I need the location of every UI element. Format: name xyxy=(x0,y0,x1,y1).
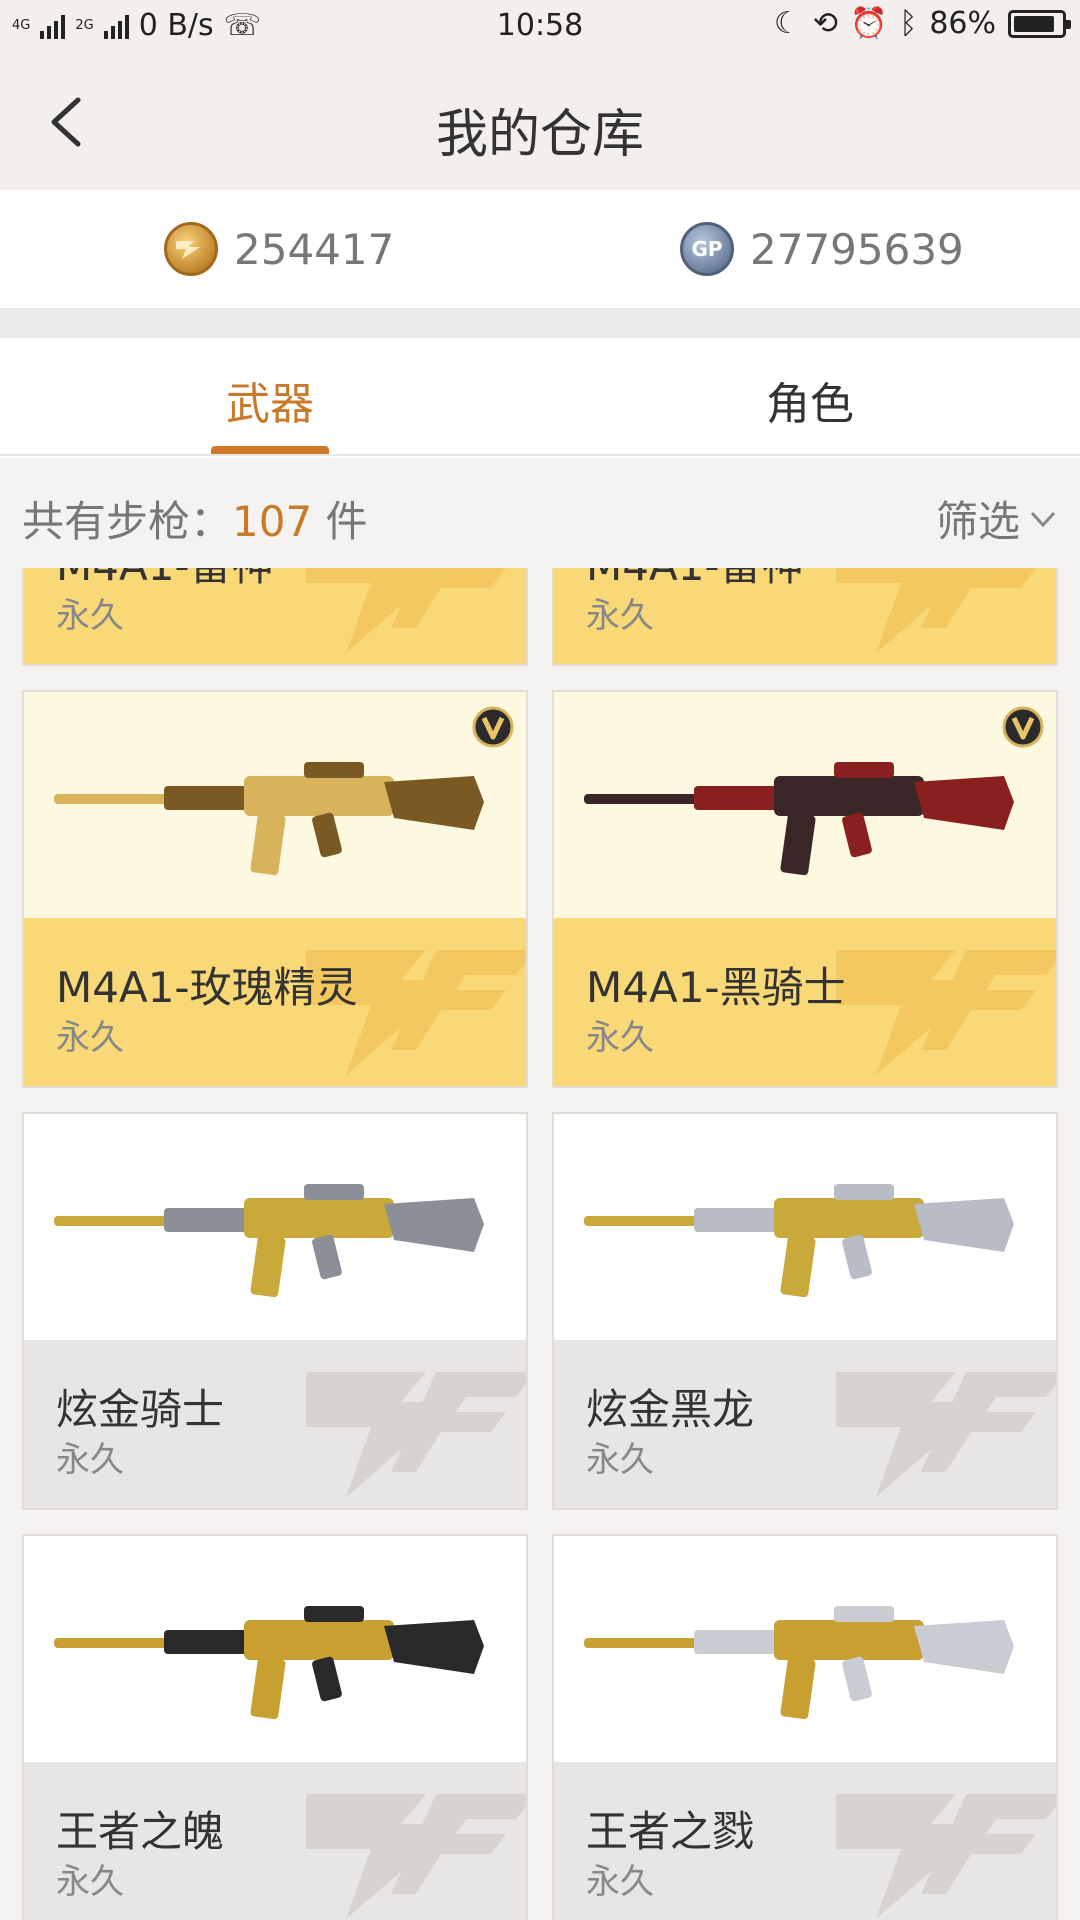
rifle-count-prefix: 共有步枪： xyxy=(22,497,233,546)
bluetooth-icon: ᛒ xyxy=(899,6,918,41)
weapon-name: 王者之魄 xyxy=(56,1807,225,1856)
currency-bar: 254417 GP 27795639 xyxy=(0,190,1080,308)
cf-watermark-icon xyxy=(306,568,506,653)
weapon-info: M4A1-玫瑰精灵永久 xyxy=(24,918,526,1086)
cf-watermark-icon xyxy=(836,568,1036,653)
weapon-duration: 永久 xyxy=(586,1018,654,1058)
cf-points-value: 254417 xyxy=(234,224,395,274)
weapon-info: M4A1-黑骑士永久 xyxy=(554,918,1056,1086)
rifle-count: 共有步枪：107 件 xyxy=(22,488,368,549)
battery-percent: 86% xyxy=(929,6,996,41)
battery-fill xyxy=(1014,15,1054,32)
status-right: ☾ ⟲ ⏰ ᛒ 86% xyxy=(773,6,1071,41)
weapon-info: 王者之魄 永久 xyxy=(24,1762,526,1920)
weapon-duration: 永久 xyxy=(56,1440,124,1480)
status-bar: 4G 2G 0 B/s ☏ 10:58 ☾ ⟲ ⏰ ᛒ 86% xyxy=(0,0,1080,56)
cf-coin-icon xyxy=(164,222,218,276)
rifle-image xyxy=(584,1606,1014,1720)
weapon-image-area xyxy=(24,692,526,918)
rifle-count-number: 107 xyxy=(232,497,313,546)
moon-icon: ☾ xyxy=(773,6,801,41)
gp-points: GP 27795639 xyxy=(680,222,964,276)
rifle-image xyxy=(54,1184,484,1298)
weapon-info: 炫金骑士 永久 xyxy=(24,1340,526,1508)
weapon-name: 炫金骑士 xyxy=(56,1385,225,1434)
weapon-grid: M4A1-雷神永久M4A1-雷神永久M4A1-玫瑰精灵永久M4A1-黑骑士永久炫… xyxy=(0,568,1080,1920)
alarm-icon: ⏰ xyxy=(849,6,888,41)
weapon-card[interactable]: 王者之魄 永久 xyxy=(22,1534,528,1920)
vip-badge-icon xyxy=(472,706,514,748)
tab-characters[interactable]: 角色 xyxy=(540,368,1080,432)
filter-button[interactable]: 筛选 xyxy=(936,488,1058,549)
rifle-count-suffix: 件 xyxy=(325,497,368,546)
weapon-duration: 永久 xyxy=(586,1862,654,1902)
weapon-info: M4A1-雷神永久 xyxy=(24,568,526,664)
cf-watermark-icon xyxy=(836,950,1056,1075)
weapon-image-area xyxy=(554,1536,1056,1762)
filter-label: 筛选 xyxy=(935,497,1020,546)
active-tab-indicator xyxy=(211,446,329,454)
rotation-lock-icon: ⟲ xyxy=(812,6,838,41)
weapon-name: M4A1-黑骑士 xyxy=(586,963,846,1012)
tab-bar: 武器 角色 xyxy=(0,338,1080,456)
weapon-duration: 永久 xyxy=(586,596,654,636)
weapon-image-area xyxy=(24,1114,526,1340)
weapon-info: 王者之戮 永久 xyxy=(554,1762,1056,1920)
weapon-card[interactable]: M4A1-雷神永久 xyxy=(552,568,1058,666)
cf-watermark-icon xyxy=(306,1372,526,1497)
weapon-name: 炫金黑龙 xyxy=(586,1385,755,1434)
weapon-info: 炫金黑龙 永久 xyxy=(554,1340,1056,1508)
vip-badge-icon xyxy=(1002,706,1044,748)
top-bar: 我的仓库 xyxy=(0,56,1080,190)
cf-points: 254417 xyxy=(164,222,394,276)
weapon-duration: 永久 xyxy=(586,1440,654,1480)
cf-watermark-icon xyxy=(836,1794,1056,1919)
gp-coin-icon: GP xyxy=(680,222,734,276)
weapon-name: M4A1-玫瑰精灵 xyxy=(56,963,358,1012)
weapon-name: 王者之戮 xyxy=(586,1807,755,1856)
weapon-duration: 永久 xyxy=(56,596,124,636)
cf-watermark-icon xyxy=(306,1794,526,1919)
inventory-summary: 共有步枪：107 件 筛选 xyxy=(0,458,1080,568)
weapon-image-area xyxy=(24,1536,526,1762)
weapon-duration: 永久 xyxy=(56,1018,124,1058)
section-divider xyxy=(0,308,1080,338)
weapon-card[interactable]: 王者之戮 永久 xyxy=(552,1534,1058,1920)
rifle-image xyxy=(54,1606,484,1720)
weapon-card[interactable]: M4A1-雷神永久 xyxy=(22,568,528,666)
weapon-card[interactable]: 炫金骑士 永久 xyxy=(22,1112,528,1510)
chevron-down-icon xyxy=(1030,511,1056,527)
rifle-image xyxy=(584,762,1014,876)
rifle-image xyxy=(54,762,484,876)
weapon-image-area xyxy=(554,692,1056,918)
weapon-info: M4A1-雷神永久 xyxy=(554,568,1056,664)
warehouse-screen: { "status_bar": { "network_left": "4G", … xyxy=(0,0,1080,1920)
rifle-image xyxy=(584,1184,1014,1298)
cf-watermark-icon xyxy=(836,1372,1056,1497)
tab-weapons[interactable]: 武器 xyxy=(0,368,540,432)
weapon-duration: 永久 xyxy=(56,1862,124,1902)
weapon-card[interactable]: 炫金黑龙 永久 xyxy=(552,1112,1058,1510)
page-title: 我的仓库 xyxy=(435,105,644,165)
weapon-card[interactable]: M4A1-玫瑰精灵永久 xyxy=(22,690,528,1088)
weapon-card[interactable]: M4A1-黑骑士永久 xyxy=(552,690,1058,1088)
gp-points-value: 27795639 xyxy=(750,224,964,274)
battery-icon xyxy=(1008,9,1071,38)
weapon-image-area xyxy=(554,1114,1056,1340)
